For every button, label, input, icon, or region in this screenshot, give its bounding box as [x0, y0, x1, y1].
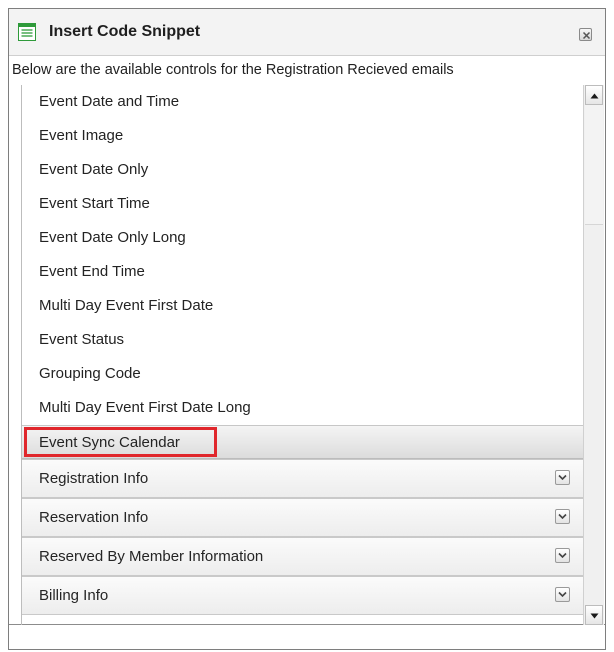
list-item[interactable]: Event Image: [22, 119, 583, 153]
list-item-label: Event Sync Calendar: [39, 434, 180, 451]
section-billing-info[interactable]: Billing Info: [22, 576, 583, 615]
section-label: Reservation Info: [39, 509, 149, 526]
list-item[interactable]: Event Date Only Long: [22, 221, 583, 255]
list-item-label: Grouping Code: [39, 365, 141, 382]
panel-description: Below are the available controls for the…: [12, 62, 454, 78]
list-item[interactable]: Multi Day Event First Date: [22, 289, 583, 323]
list-item[interactable]: Multi Day Event First Date Long: [22, 391, 583, 425]
snippet-panel: Below are the available controls for the…: [9, 56, 605, 625]
scrollbar-thumb[interactable]: [585, 105, 603, 225]
list-item[interactable]: Event Start Time: [22, 187, 583, 221]
section-label: Registration Info: [39, 470, 149, 487]
dialog-title: Insert Code Snippet: [49, 23, 201, 40]
chevron-down-icon[interactable]: [555, 470, 570, 485]
close-button[interactable]: [579, 28, 592, 41]
section-label: Reserved By Member Information: [39, 548, 264, 565]
list-item[interactable]: Event Date and Time: [22, 85, 583, 119]
list-item-label: Event End Time: [39, 263, 145, 280]
insert-code-snippet-dialog: Insert Code Snippet Below are the availa…: [8, 8, 606, 650]
list-item-label: Event Date Only: [39, 161, 149, 178]
vertical-scrollbar[interactable]: [583, 85, 604, 625]
snippet-list: Event Date and Time Event Image Event Da…: [21, 85, 583, 625]
list-item[interactable]: Event End Time: [22, 255, 583, 289]
section-reserved-by-member-information[interactable]: Reserved By Member Information: [22, 537, 583, 576]
list-item-label: Multi Day Event First Date Long: [39, 399, 251, 416]
list-item[interactable]: Event Status: [22, 323, 583, 357]
list-item-label: Multi Day Event First Date: [39, 297, 214, 314]
document-list-icon: [18, 23, 36, 41]
chevron-down-icon[interactable]: [555, 587, 570, 602]
list-item[interactable]: Grouping Code: [22, 357, 583, 391]
scroll-up-button[interactable]: [585, 85, 603, 105]
section-reservation-info[interactable]: Reservation Info: [22, 498, 583, 537]
scroll-down-button[interactable]: [585, 605, 603, 625]
list-item-label: Event Start Time: [39, 195, 150, 212]
chevron-down-icon[interactable]: [555, 548, 570, 563]
list-item-selected[interactable]: Event Sync Calendar: [22, 425, 583, 459]
section-registration-info[interactable]: Registration Info: [22, 459, 583, 498]
section-label: Billing Info: [39, 587, 109, 604]
list-item-label: Event Image: [39, 127, 124, 144]
chevron-down-icon[interactable]: [555, 509, 570, 524]
list-item-label: Event Date and Time: [39, 93, 180, 110]
list-item[interactable]: Event Date Only: [22, 153, 583, 187]
list-item-label: Event Date Only Long: [39, 229, 186, 246]
list-item-label: Event Status: [39, 331, 125, 348]
dialog-titlebar: Insert Code Snippet: [9, 9, 605, 56]
